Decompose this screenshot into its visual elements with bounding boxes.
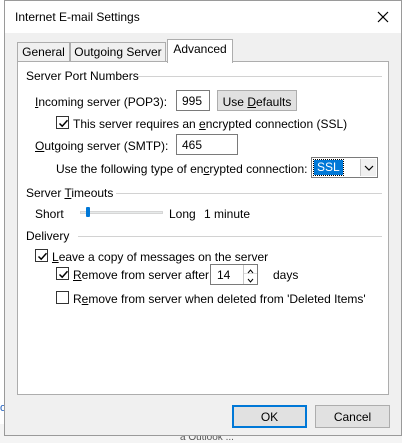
section-title-delivery: Delivery	[26, 229, 70, 243]
leave-copy-checkbox[interactable]	[35, 249, 48, 262]
stepper-down-button[interactable]	[244, 274, 257, 283]
section-divider-server-timeouts	[116, 193, 382, 194]
days-label: days	[273, 268, 299, 282]
leave-copy-label-rest: eave a copy of messages on the server	[58, 250, 269, 264]
checkmark-icon	[37, 252, 48, 261]
incoming-server-label-text: ncoming server (POP3):	[38, 95, 168, 109]
section-title-server-timeouts: Server Timeouts	[26, 186, 113, 200]
window-title: Internet E-mail Settings	[15, 10, 140, 24]
ssl-required-label-accesskey: e	[199, 117, 206, 131]
cancel-button-label: Cancel	[333, 410, 372, 424]
remove-when-deleted-label-pre: R	[73, 292, 82, 306]
incoming-server-label: Incoming server (POP3):	[35, 95, 167, 109]
section-title-server-ports: Server Port Numbers	[26, 69, 139, 83]
remove-after-label: Remove from server after	[73, 268, 209, 282]
outgoing-server-label-text: utgoing server (SMTP):	[44, 139, 169, 153]
outgoing-server-label: Outgoing server (SMTP):	[35, 139, 168, 153]
ok-button-label: OK	[260, 410, 279, 424]
remove-when-deleted-label-rest: move from server when deleted from 'Dele…	[88, 292, 366, 306]
tab-general[interactable]: General	[17, 42, 70, 62]
ssl-required-checkbox[interactable]	[56, 116, 69, 129]
use-defaults-label-pre: Use	[222, 95, 248, 109]
checkmark-icon	[58, 270, 69, 279]
section-divider-server-ports	[138, 76, 382, 77]
timeout-short-label: Short	[35, 207, 64, 221]
close-icon	[377, 11, 389, 23]
chevron-down-icon	[247, 278, 254, 283]
ssl-required-label: This server requires an encrypted connec…	[73, 117, 347, 131]
tab-outgoing-server[interactable]: Outgoing Server	[70, 42, 166, 62]
encryption-type-label-rest: rypted connection:	[209, 162, 308, 176]
encryption-type-label: Use the following type of encrypted conn…	[56, 162, 307, 176]
tab-advanced-label: Advanced	[173, 42, 227, 56]
close-button[interactable]	[373, 7, 393, 27]
dropdown-arrow[interactable]	[360, 159, 376, 176]
checkmark-icon	[58, 119, 69, 128]
ssl-required-label-pre: This server requires an	[73, 117, 200, 131]
encryption-type-select[interactable]: SSL	[311, 157, 378, 178]
section-title-timeouts-pre: Server	[26, 186, 65, 200]
timeout-long-label: Long	[169, 207, 196, 221]
tab-outgoing-server-label: Outgoing Server	[74, 45, 162, 59]
leave-copy-label: Leave a copy of messages on the server	[52, 250, 268, 264]
tab-general-label: General	[22, 45, 65, 59]
ok-button[interactable]: OK	[232, 405, 307, 428]
remove-after-days-stepper[interactable]: 14	[210, 264, 258, 285]
cancel-button[interactable]: Cancel	[315, 405, 390, 428]
use-defaults-label-accesskey: D	[247, 95, 256, 109]
outgoing-port-value: 465	[182, 138, 203, 152]
encryption-type-value: SSL	[313, 159, 344, 176]
tab-advanced[interactable]: Advanced	[167, 39, 233, 63]
use-defaults-label-rest: efaults	[256, 95, 292, 109]
encryption-type-label-pre: Use the following type of en	[56, 162, 204, 176]
remove-after-checkbox[interactable]	[56, 267, 69, 280]
outgoing-server-label-accesskey: O	[35, 139, 45, 153]
title-bar: Internet E-mail Settings	[5, 1, 401, 33]
ssl-required-label-rest: ncrypted connection (SSL)	[205, 117, 348, 131]
leave-copy-label-accesskey: L	[52, 250, 59, 264]
remove-when-deleted-checkbox[interactable]	[56, 291, 69, 304]
chevron-down-icon	[364, 165, 374, 171]
remove-after-label-accesskey: R	[73, 268, 82, 282]
outgoing-port-input[interactable]: 465	[176, 134, 238, 155]
stepper-up-button[interactable]	[244, 265, 257, 274]
timeout-slider-track[interactable]	[80, 211, 163, 214]
remove-after-label-rest: emove from server after	[81, 268, 210, 282]
advanced-tab-panel: Server Port Numbers Incoming server (POP…	[17, 61, 389, 395]
stepper-buttons	[243, 265, 257, 284]
section-divider-delivery	[78, 236, 382, 237]
section-title-timeouts-rest: imeouts	[71, 186, 114, 200]
incoming-port-input[interactable]: 995	[176, 90, 210, 111]
remove-after-days-value: 14	[217, 268, 231, 282]
timeout-value-text: 1 minute	[204, 207, 251, 221]
timeout-slider-thumb[interactable]	[86, 207, 90, 217]
remove-when-deleted-label: Remove from server when deleted from 'De…	[73, 292, 366, 306]
incoming-port-value: 995	[182, 94, 203, 108]
internet-email-settings-dialog: Internet E-mail Settings General Outgoin…	[4, 0, 402, 436]
use-defaults-button[interactable]: Use Defaults	[217, 90, 297, 111]
